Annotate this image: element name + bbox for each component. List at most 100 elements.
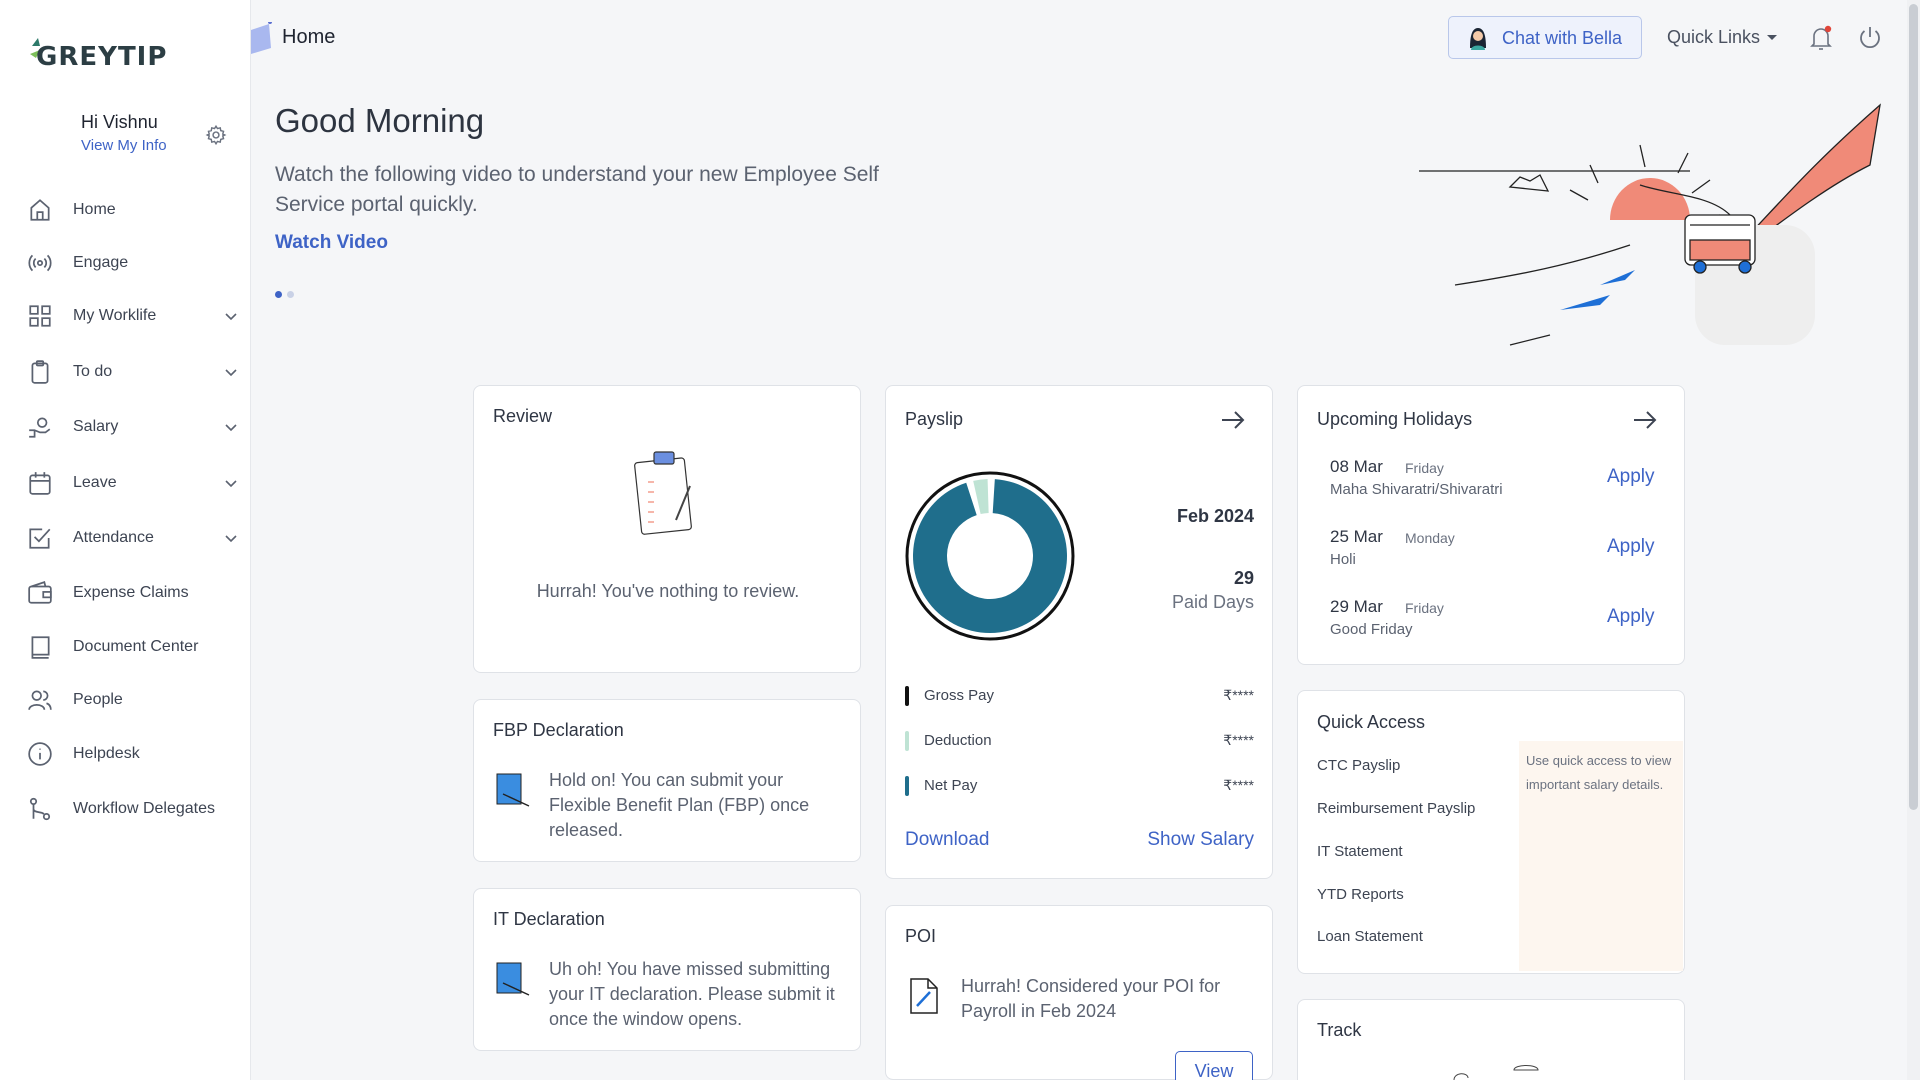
sidebar-item-label: Attendance (73, 529, 154, 546)
sidebar-item-leave[interactable]: Leave (0, 461, 251, 505)
view-my-info-link[interactable]: View My Info (81, 137, 167, 154)
download-link[interactable]: Download (905, 829, 990, 851)
deduction-value: ₹**** (1223, 732, 1254, 748)
sidebar-item-home[interactable]: Home (0, 188, 251, 232)
quick-access-ytd-reports[interactable]: YTD Reports (1317, 886, 1404, 903)
donut-deduction-slice (973, 479, 989, 515)
sidebar-item-people[interactable]: People (0, 678, 251, 722)
quick-access-title: Quick Access (1317, 712, 1426, 732)
net-pay-label: Net Pay (924, 777, 978, 794)
sidebar-item-label: Helpdesk (73, 745, 140, 762)
home-icon (30, 199, 50, 221)
chevron-down-icon (225, 369, 237, 377)
quick-access-reimbursement-payslip[interactable]: Reimbursement Payslip (1317, 800, 1475, 817)
sidebar-item-salary[interactable]: Salary (0, 405, 251, 449)
show-salary-link[interactable]: Show Salary (1147, 829, 1254, 851)
deduction-label: Deduction (924, 732, 992, 749)
scroll-thumb[interactable] (1909, 4, 1918, 810)
carousel-dot-2[interactable] (287, 291, 294, 298)
sidebar-item-expense-claims[interactable]: Expense Claims (0, 571, 251, 615)
quick-access-hint: Use quick access to view important salar… (1519, 741, 1683, 971)
poi-title: POI (905, 926, 937, 946)
sidebar-item-label: Expense Claims (73, 584, 189, 601)
power-icon[interactable] (1857, 24, 1883, 52)
quick-access-loan-statement[interactable]: Loan Statement (1317, 928, 1423, 945)
workflow-icon (29, 797, 51, 821)
chevron-down-icon (225, 424, 237, 432)
sidebar-item-to-do[interactable]: To do (0, 350, 251, 394)
deduction-marker (905, 731, 909, 751)
quick-links-label: Quick Links (1667, 27, 1761, 47)
poi-view-button[interactable]: View (1175, 1051, 1253, 1080)
review-message: Hurrah! You've nothing to review. (536, 581, 800, 601)
clipboard-illustration (634, 451, 692, 535)
holiday-name: Holi (1330, 551, 1356, 568)
paid-days-label: Paid Days (1171, 592, 1254, 612)
gear-icon[interactable] (205, 124, 227, 146)
holiday-apply-link[interactable]: Apply (1607, 536, 1655, 558)
hero-title: Good Morning (275, 102, 485, 139)
info-icon (28, 742, 52, 766)
gross-pay-marker (905, 686, 909, 706)
poi-message: Hurrah! Considered your POI for Payroll … (961, 976, 1221, 1021)
page-title: Home (282, 26, 336, 48)
carousel-dot-1[interactable] (275, 291, 282, 298)
holidays-title: Upcoming Holidays (1317, 409, 1473, 429)
holiday-date: 08 Mar (1330, 457, 1383, 476)
logo-text: GREYTIP (36, 42, 168, 72)
net-pay-marker (905, 776, 909, 796)
bell-icon[interactable] (1808, 24, 1834, 52)
caret-down-icon (1767, 35, 1778, 40)
page-scrollbar[interactable] (1907, 0, 1920, 1080)
sidebar-item-workflow-delegates[interactable]: Workflow Delegates (0, 787, 251, 831)
sidebar-item-engage[interactable]: Engage (0, 241, 251, 285)
chat-with-bella-button[interactable]: Chat with Bella (1448, 16, 1642, 59)
payslip-month: Feb 2024 (1176, 506, 1254, 526)
hero-text: Watch the following video to understand … (275, 163, 879, 216)
document-illustration-icon (496, 962, 530, 996)
holiday-day: Friday (1405, 460, 1444, 476)
sidebar-item-label: Engage (73, 254, 129, 271)
it-message: Uh oh! You have missed submitting your I… (549, 959, 835, 1029)
cloud-illustration (1453, 1065, 1539, 1080)
checkbox-icon (29, 528, 51, 549)
sidebar: GREYTIP Hi Vishnu View My Info Home Enga… (0, 0, 251, 1080)
book-icon (31, 636, 50, 659)
track-title: Track (1317, 1020, 1362, 1040)
donut-net-pay-slice (913, 479, 1067, 633)
poi-document-icon (910, 978, 938, 1014)
sidebar-item-document-center[interactable]: Document Center (0, 625, 251, 669)
payslip-donut-chart (905, 471, 1075, 641)
greytip-logo[interactable]: GREYTIP (26, 34, 186, 74)
arrow-right-icon[interactable] (1631, 408, 1659, 432)
upcoming-holidays-card: Upcoming Holidays 08 Mar Friday Maha Shi… (1297, 385, 1685, 665)
quick-links-dropdown[interactable]: Quick Links (1667, 27, 1778, 48)
holiday-apply-link[interactable]: Apply (1607, 606, 1655, 628)
quick-access-ctc-payslip[interactable]: CTC Payslip (1317, 757, 1400, 774)
sidebar-item-my-worklife[interactable]: My Worklife (0, 294, 251, 338)
sidebar-item-label: Home (73, 201, 116, 218)
fbp-message: Hold on! You can submit your Flexible Be… (549, 770, 810, 840)
payslip-card: Payslip Feb 2024 29 Paid Days Gross Pay … (885, 385, 1273, 879)
fbp-declaration-card: FBP Declaration Hold on! You can submit … (473, 699, 861, 862)
chevron-down-icon (225, 480, 237, 488)
sidebar-item-label: To do (73, 363, 113, 380)
wallet-icon (28, 581, 52, 604)
breadcrumb-icon (251, 22, 272, 54)
sidebar-item-label: Leave (73, 474, 117, 491)
holiday-day: Monday (1405, 530, 1455, 546)
quick-access-it-statement[interactable]: IT Statement (1317, 843, 1403, 860)
sidebar-item-attendance[interactable]: Attendance (0, 516, 251, 560)
net-pay-value: ₹**** (1223, 777, 1254, 793)
user-greeting: Hi Vishnu (81, 112, 158, 132)
holiday-apply-link[interactable]: Apply (1607, 466, 1655, 488)
calendar-icon (29, 472, 51, 495)
sidebar-item-label: People (73, 691, 123, 708)
arrow-right-icon[interactable] (1219, 408, 1247, 432)
grid-icon (29, 305, 51, 327)
watch-video-link[interactable]: Watch Video (275, 232, 388, 254)
sidebar-item-helpdesk[interactable]: Helpdesk (0, 732, 251, 776)
salary-hand-icon (29, 417, 51, 438)
people-icon (28, 690, 52, 710)
quick-access-card: Quick Access CTC Payslip Reimbursement P… (1297, 690, 1685, 974)
